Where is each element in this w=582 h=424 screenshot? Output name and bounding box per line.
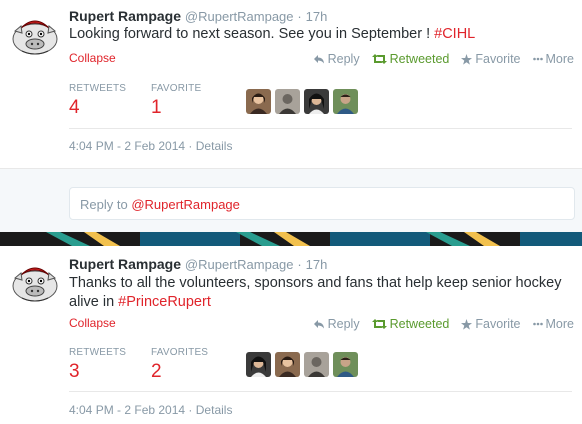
timestamp-text: 4:04 PM - 2 Feb 2014 (69, 403, 186, 417)
hashtag-link[interactable]: #PrinceRupert (118, 294, 211, 310)
author-handle[interactable]: @RupertRampage (185, 9, 294, 24)
hashtag-link[interactable]: #CIHL (434, 26, 475, 42)
reply-button[interactable]: Reply (313, 317, 360, 331)
favorite-label: Favorite (475, 52, 521, 66)
reply-prefix: Reply to (80, 197, 132, 212)
more-dots-icon (532, 322, 543, 326)
reply-mention: @RupertRampage (131, 197, 240, 212)
team-logo-avatar[interactable] (10, 256, 60, 306)
retweeted-button[interactable]: Retweeted (371, 317, 450, 331)
separator-dot: · (297, 257, 302, 272)
tweet-text: Looking forward to next season. See you … (69, 25, 569, 44)
tweet-time[interactable]: 17h (306, 257, 328, 272)
team-logo-avatar[interactable] (10, 9, 60, 59)
tweet-actions: Reply Retweeted Favorite More (313, 317, 574, 331)
reply-input[interactable]: Reply to @RupertRampage (69, 187, 575, 220)
user-avatar[interactable] (246, 352, 271, 377)
separator-dot: · (188, 403, 193, 417)
favorites-count: 1 (151, 97, 162, 118)
tweet-text-body: Looking forward to next season. See you … (69, 26, 435, 42)
favorite-button[interactable]: Favorite (461, 317, 521, 331)
tweet-text: Thanks to all the volunteers, sponsors a… (69, 274, 569, 312)
separator-dot: · (188, 139, 193, 153)
author-handle[interactable]: @RupertRampage (185, 257, 294, 272)
engager-avatars (246, 352, 358, 377)
reply-arrow-icon (313, 320, 324, 329)
author-name[interactable]: Rupert Rampage (69, 8, 181, 24)
retweets-count: 4 (69, 97, 80, 118)
favorite-label: Favorite (475, 317, 521, 331)
reply-area: Reply to @RupertRampage (0, 168, 582, 232)
star-icon (461, 318, 473, 330)
timestamp-text: 4:04 PM - 2 Feb 2014 (69, 139, 186, 153)
user-avatar[interactable] (275, 89, 300, 114)
tweet-header: Rupert Rampage @RupertRampage · 17h (69, 8, 327, 24)
favorite-button[interactable]: Favorite (461, 52, 521, 66)
reply-button[interactable]: Reply (313, 52, 360, 66)
reply-label: Reply (327, 317, 360, 331)
more-button[interactable]: More (532, 317, 574, 331)
star-icon (461, 53, 473, 65)
retweeted-button[interactable]: Retweeted (371, 52, 450, 66)
retweeted-label: Retweeted (389, 317, 450, 331)
retweet-icon (371, 319, 387, 329)
retweet-icon (371, 54, 387, 64)
separator-dot: · (297, 9, 302, 24)
details-link[interactable]: Details (196, 403, 233, 417)
tweet-timestamp: 4:04 PM - 2 Feb 2014 · Details (69, 139, 232, 153)
user-avatar[interactable] (333, 352, 358, 377)
tweet-timestamp: 4:04 PM - 2 Feb 2014 · Details (69, 403, 232, 417)
more-dots-icon (532, 57, 543, 61)
divider (69, 391, 572, 392)
favorites-label: FAVORITES (151, 347, 209, 358)
user-avatar[interactable] (333, 89, 358, 114)
tweet[interactable]: Rupert Rampage @RupertRampage · 17h Than… (0, 246, 582, 424)
favorites-label: FAVORITE (151, 83, 202, 94)
collapse-link[interactable]: Collapse (69, 51, 116, 65)
retweets-label: RETWEETS (69, 347, 127, 358)
more-label: More (545, 52, 574, 66)
user-avatar[interactable] (246, 89, 271, 114)
retweets-stat[interactable]: RETWEETS 3 (69, 347, 151, 383)
retweeted-label: Retweeted (389, 52, 450, 66)
user-avatar[interactable] (304, 89, 329, 114)
divider (69, 128, 572, 129)
favorites-count: 2 (151, 361, 162, 382)
more-button[interactable]: More (532, 52, 574, 66)
retweets-stat[interactable]: RETWEETS 4 (69, 83, 151, 119)
reply-arrow-icon (313, 55, 324, 64)
author-name[interactable]: Rupert Rampage (69, 256, 181, 272)
more-label: More (545, 317, 574, 331)
retweets-count: 3 (69, 361, 80, 382)
tweet-stats: RETWEETS 3 FAVORITES 2 (69, 347, 233, 383)
retweets-label: RETWEETS (69, 83, 127, 94)
favorites-stat[interactable]: FAVORITE 1 (151, 83, 233, 119)
collapse-link[interactable]: Collapse (69, 316, 116, 330)
tweet-stats: RETWEETS 4 FAVORITE 1 (69, 83, 233, 119)
favorites-stat[interactable]: FAVORITES 2 (151, 347, 233, 383)
details-link[interactable]: Details (196, 139, 233, 153)
tweet-actions: Reply Retweeted Favorite More (313, 52, 574, 66)
engager-avatars (246, 89, 358, 114)
tweet-time[interactable]: 17h (306, 9, 328, 24)
tweet-header: Rupert Rampage @RupertRampage · 17h (69, 256, 327, 272)
profile-banner-strip (0, 232, 582, 246)
tweet[interactable]: Rupert Rampage @RupertRampage · 17h Look… (0, 0, 582, 168)
reply-label: Reply (327, 52, 360, 66)
user-avatar[interactable] (275, 352, 300, 377)
user-avatar[interactable] (304, 352, 329, 377)
